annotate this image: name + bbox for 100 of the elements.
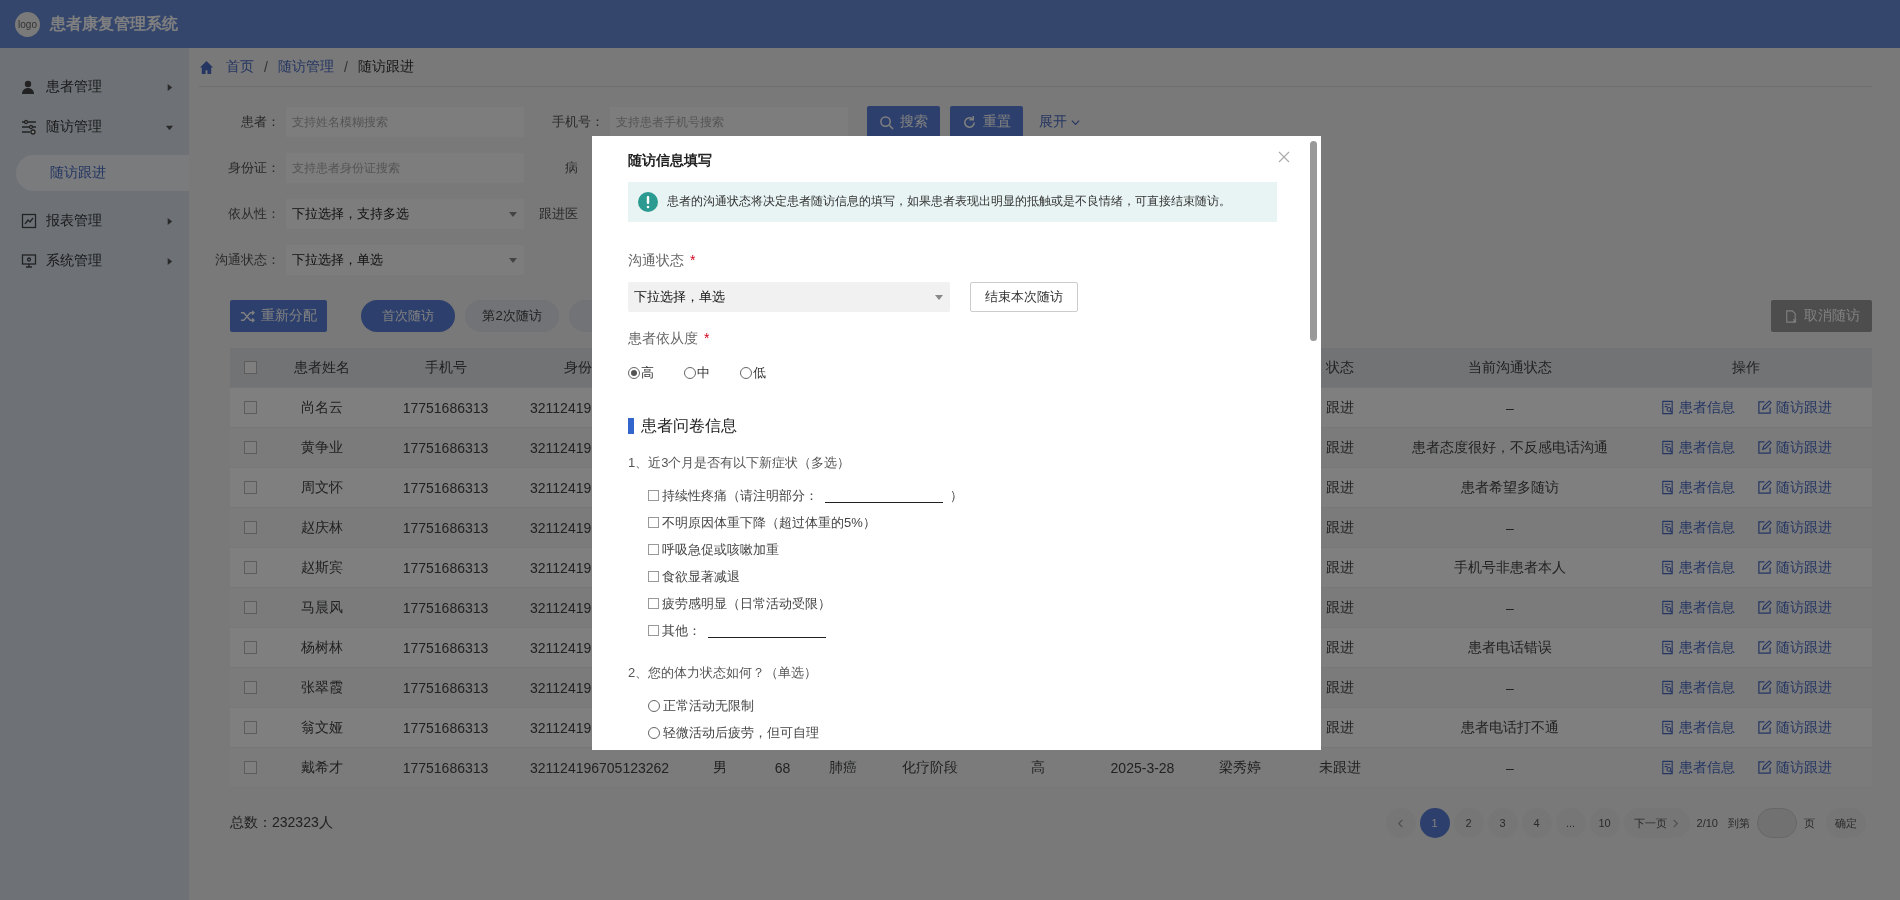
id-number: 32112419 xyxy=(530,479,592,496)
reassign-button[interactable]: 重新分配 xyxy=(230,300,327,332)
row-checkbox[interactable] xyxy=(244,601,257,614)
app-title: 患者康复管理系统 xyxy=(50,13,178,34)
patient-info-link[interactable]: 患者信息 xyxy=(1660,398,1735,417)
radio-label: 高 xyxy=(641,364,654,382)
follow-up-link[interactable]: 随访跟进 xyxy=(1757,638,1832,657)
follow-up-link[interactable]: 随访跟进 xyxy=(1757,718,1832,737)
follow-status: 跟进 xyxy=(1326,438,1354,457)
patient-name: 赵斯宾 xyxy=(301,558,343,577)
close-icon[interactable] xyxy=(1278,151,1290,163)
breadcrumb-item[interactable]: 随访管理 xyxy=(277,58,334,76)
visit-tab[interactable]: 首次随访 xyxy=(361,300,455,332)
option-checkbox[interactable] xyxy=(648,490,659,501)
page-button[interactable]: 1 xyxy=(1419,808,1450,838)
option-checkbox[interactable] xyxy=(648,625,659,636)
row-checkbox[interactable] xyxy=(244,441,257,454)
follow-up-link[interactable]: 随访跟进 xyxy=(1757,678,1832,697)
select-all-checkbox[interactable] xyxy=(244,361,257,374)
patient-info-link[interactable]: 患者信息 xyxy=(1660,558,1735,577)
page-unit: 页 xyxy=(1804,815,1815,831)
dialog-title: 随访信息填写 xyxy=(628,152,713,170)
nav-item[interactable]: 随访管理 xyxy=(0,107,189,147)
dropdown[interactable]: 下拉选择，单选 xyxy=(286,245,524,275)
edit-icon xyxy=(1757,640,1772,655)
document-x-icon xyxy=(1783,308,1798,324)
row-checkbox[interactable] xyxy=(244,521,257,534)
filter-label: 依从性： xyxy=(227,205,280,223)
dropdown[interactable]: 下拉选择，支持多选 xyxy=(286,199,524,229)
row-checkbox[interactable] xyxy=(244,561,257,574)
patient-info-link[interactable]: 患者信息 xyxy=(1660,718,1735,737)
edit-icon xyxy=(1757,480,1772,495)
visit-tab[interactable]: 第2次随访 xyxy=(465,300,559,332)
nav-item[interactable]: 患者管理 xyxy=(0,67,189,107)
radio-button[interactable] xyxy=(648,699,660,712)
end-follow-up-button[interactable]: 结束本次随访 xyxy=(970,282,1078,312)
age: 68 xyxy=(774,759,791,776)
follow-status: 跟进 xyxy=(1326,638,1354,657)
column-header: 手机号 xyxy=(424,358,467,377)
phone-number: 17751686313 xyxy=(402,599,489,616)
comm-status: – xyxy=(1506,679,1514,696)
follow-up-link[interactable]: 随访跟进 xyxy=(1757,438,1832,457)
question-text: 2、您的体力状态如何？（单选） xyxy=(628,664,819,682)
filter-label: 跟进医 xyxy=(538,205,579,223)
row-checkbox[interactable] xyxy=(244,401,257,414)
exclamation-icon xyxy=(638,192,658,212)
home-icon[interactable] xyxy=(199,59,214,75)
patient-info-link[interactable]: 患者信息 xyxy=(1660,478,1735,497)
patient-info-link[interactable]: 患者信息 xyxy=(1660,758,1735,777)
radio-button[interactable] xyxy=(628,367,640,379)
edit-icon xyxy=(1757,600,1772,615)
follow-up-link[interactable]: 随访跟进 xyxy=(1757,478,1832,497)
follow-status: 跟进 xyxy=(1326,478,1354,497)
option-checkbox[interactable] xyxy=(648,517,659,528)
option-label: 疲劳感明显（日常活动受限） xyxy=(662,594,831,613)
row-checkbox[interactable] xyxy=(244,761,257,774)
id-number: 32112419 xyxy=(530,639,592,656)
patient-info-link[interactable]: 患者信息 xyxy=(1660,598,1735,617)
breadcrumb-item[interactable]: 首页 xyxy=(226,58,254,76)
nav-subitem[interactable]: 随访跟进 xyxy=(16,155,189,191)
follow-up-link[interactable]: 随访跟进 xyxy=(1757,758,1832,777)
dropdown[interactable]: 下拉选择，单选 xyxy=(628,282,950,312)
compliance: 高 xyxy=(1030,758,1045,777)
radio-button[interactable] xyxy=(648,726,660,739)
option-checkbox[interactable] xyxy=(648,598,659,609)
row-checkbox[interactable] xyxy=(244,481,257,494)
document-search-icon xyxy=(1660,720,1675,735)
phone-number: 17751686313 xyxy=(402,399,489,416)
option-checkbox[interactable] xyxy=(648,571,659,582)
follow-up-link[interactable]: 随访跟进 xyxy=(1757,598,1832,617)
patient-info-link[interactable]: 患者信息 xyxy=(1660,678,1735,697)
option-checkbox[interactable] xyxy=(648,544,659,555)
document-search-icon xyxy=(1660,560,1675,575)
edit-icon xyxy=(1757,520,1772,535)
patient-name: 戴希才 xyxy=(301,758,343,777)
id-number: 32112419 xyxy=(530,599,592,616)
nav-item[interactable]: 系统管理 xyxy=(0,241,189,281)
follow-up-link[interactable]: 随访跟进 xyxy=(1757,518,1832,537)
radio-button[interactable] xyxy=(740,367,752,379)
option-label: 呼吸急促或咳嗽加重 xyxy=(662,540,779,559)
follow-up-link[interactable]: 随访跟进 xyxy=(1757,558,1832,577)
row-checkbox[interactable] xyxy=(244,641,257,654)
filter-label: 沟通状态： xyxy=(214,251,280,269)
follow-up-link[interactable]: 随访跟进 xyxy=(1757,398,1832,417)
sliders-icon xyxy=(21,119,37,135)
expand-link[interactable]: 展开 xyxy=(1033,112,1086,132)
search-button[interactable]: 搜索 xyxy=(867,106,940,138)
patient-info-link[interactable]: 患者信息 xyxy=(1660,638,1735,657)
nav-item[interactable]: 报表管理 xyxy=(0,201,189,241)
follow-up-date: 2025-3-28 xyxy=(1110,759,1175,776)
patient-info-link[interactable]: 患者信息 xyxy=(1660,438,1735,457)
patient-info-link[interactable]: 患者信息 xyxy=(1660,518,1735,537)
row-checkbox[interactable] xyxy=(244,721,257,734)
edit-icon xyxy=(1757,680,1772,695)
document-search-icon xyxy=(1660,400,1675,415)
scrollbar-thumb[interactable] xyxy=(1310,141,1317,341)
radio-button[interactable] xyxy=(684,367,696,379)
comm-status: 患者电话错误 xyxy=(1468,638,1552,657)
reset-button[interactable]: 重置 xyxy=(950,106,1023,138)
row-checkbox[interactable] xyxy=(244,681,257,694)
